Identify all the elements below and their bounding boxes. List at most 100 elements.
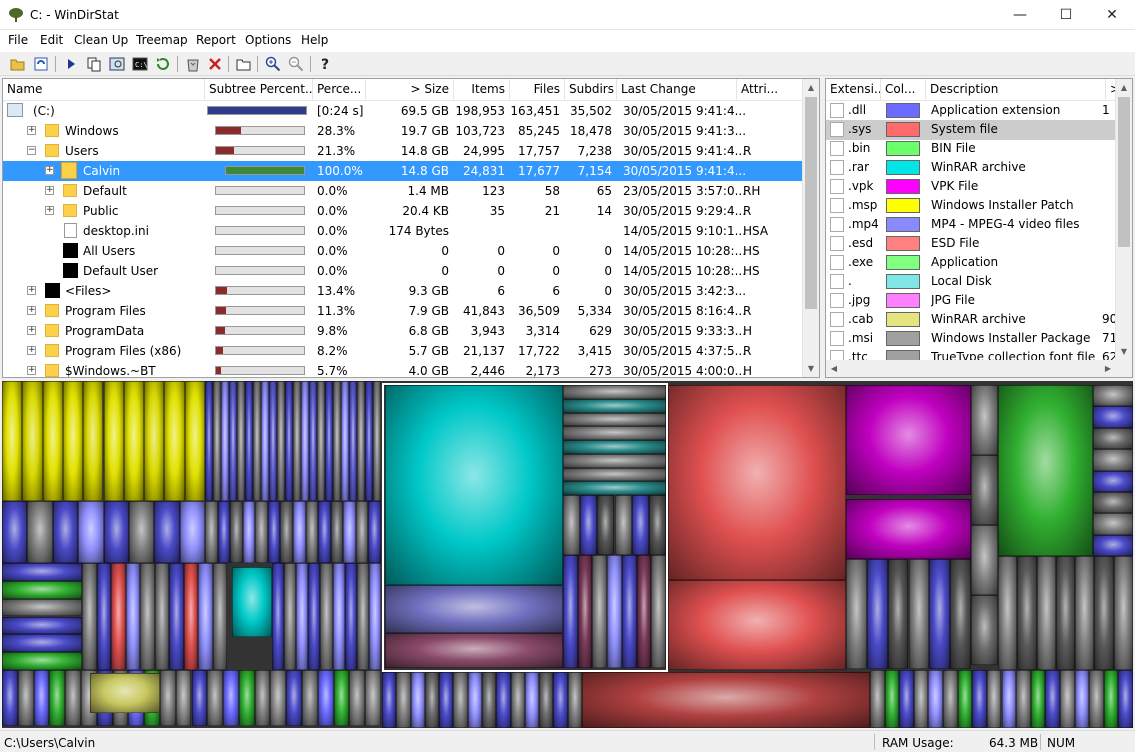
treemap-tile[interactable]: [972, 670, 987, 728]
treemap-tile[interactable]: [1059, 670, 1075, 728]
treemap-tile[interactable]: [668, 580, 846, 670]
treemap-tile[interactable]: [582, 672, 870, 728]
treemap-tile[interactable]: [308, 563, 321, 670]
refresh-selected-icon[interactable]: [153, 54, 173, 74]
properties-icon[interactable]: [234, 54, 254, 74]
treemap-tile[interactable]: [884, 670, 900, 728]
col-header-subtree-percent[interactable]: Subtree Percent...: [205, 79, 313, 100]
treemap-tile[interactable]: [103, 501, 129, 563]
treemap-tile[interactable]: [1089, 670, 1104, 728]
delete-icon[interactable]: [205, 54, 225, 74]
directory-list[interactable]: Name Subtree Percent... Perce... > Size …: [2, 78, 820, 378]
col-header-last-change[interactable]: Last Change: [617, 79, 737, 100]
treemap-tile[interactable]: [154, 563, 169, 670]
treemap-tile[interactable]: [332, 563, 345, 670]
treemap-tile[interactable]: [205, 501, 218, 563]
treemap-tile[interactable]: [317, 670, 334, 726]
col-header-size[interactable]: > Size: [366, 79, 454, 100]
scroll-down-icon[interactable]: ▼: [803, 360, 819, 377]
list-item[interactable]: .exe Application: [826, 253, 1115, 273]
treemap-tile[interactable]: [846, 499, 971, 559]
col-header-color[interactable]: Col...: [881, 79, 926, 100]
list-item[interactable]: .mp4 MP4 - MPEG-4 video files: [826, 215, 1115, 235]
treemap-tile[interactable]: [1093, 449, 1133, 471]
treemap-tile[interactable]: [285, 381, 293, 501]
col-header-name[interactable]: Name: [3, 79, 205, 100]
treemap-tile[interactable]: [2, 634, 82, 653]
treemap-tile[interactable]: [255, 501, 268, 563]
treemap-tile[interactable]: [567, 672, 582, 728]
treemap-tile[interactable]: [330, 501, 344, 563]
treemap-tile[interactable]: [184, 381, 205, 501]
treemap-tile[interactable]: [213, 381, 221, 501]
list-item[interactable]: .rar WinRAR archive: [826, 158, 1115, 178]
help-icon[interactable]: ?: [315, 54, 335, 74]
treemap-tile[interactable]: [269, 381, 277, 501]
treemap-tile[interactable]: [887, 559, 909, 669]
table-row[interactable]: + Program Files (x86) 8.2% 5.7 GB 21,137 17,7…: [3, 341, 803, 361]
scroll-right-icon[interactable]: ▶: [1100, 360, 1116, 377]
treemap-tile[interactable]: [373, 381, 381, 501]
zoom-in-icon[interactable]: [263, 54, 283, 74]
treemap-tile[interactable]: [175, 670, 192, 726]
ext-horizontal-scrollbar[interactable]: ◀ ▶: [826, 360, 1132, 377]
menu-clean-up[interactable]: Clean Up: [74, 33, 128, 47]
treemap-tile[interactable]: [96, 563, 111, 670]
treemap-tile[interactable]: [396, 672, 411, 728]
treemap-tile[interactable]: [183, 563, 198, 670]
treemap-tile[interactable]: [42, 381, 63, 501]
list-item[interactable]: .esd ESD File: [826, 234, 1115, 254]
treemap-tile[interactable]: [82, 563, 97, 670]
scroll-up-icon[interactable]: ▲: [1116, 79, 1132, 96]
treemap-tile[interactable]: [668, 385, 846, 580]
treemap-tile[interactable]: [2, 580, 82, 599]
menu-edit[interactable]: Edit: [40, 33, 63, 47]
treemap-tile[interactable]: [198, 563, 213, 670]
treemap-tile[interactable]: [83, 381, 104, 501]
treemap-tile[interactable]: [293, 381, 301, 501]
table-row[interactable]: + Windows 28.3% 19.7 GB 103,723 85,245 18,478 3…: [3, 121, 803, 141]
treemap-tile[interactable]: [128, 501, 155, 563]
treemap-tile[interactable]: [207, 670, 224, 726]
table-row[interactable]: − Users 21.3% 14.8 GB 24,995 17,757 7,238 30/05…: [3, 141, 803, 161]
treemap-tile[interactable]: [301, 381, 309, 501]
treemap-tile[interactable]: [928, 670, 944, 728]
close-button[interactable]: ✕: [1089, 0, 1135, 30]
treemap-tile[interactable]: [1055, 556, 1076, 670]
treemap-tile[interactable]: [237, 381, 245, 501]
treemap-tile[interactable]: [280, 501, 293, 563]
treemap-tile[interactable]: [1113, 556, 1133, 670]
col-header-subdirs[interactable]: Subdirs: [565, 79, 617, 100]
treemap-tile[interactable]: [238, 670, 255, 726]
treemap-tile[interactable]: [154, 501, 180, 563]
maximize-button[interactable]: ☐: [1043, 0, 1089, 30]
scroll-down-icon[interactable]: ▼: [1116, 343, 1132, 360]
treemap-tile[interactable]: [453, 672, 468, 728]
treemap-tile[interactable]: [950, 559, 971, 669]
col-header-items[interactable]: Items: [454, 79, 510, 100]
treemap-tile[interactable]: [410, 672, 425, 728]
open-icon[interactable]: [8, 54, 28, 74]
list-item[interactable]: .msi Windows Installer Package 71: [826, 329, 1117, 349]
treemap-tile[interactable]: [1075, 556, 1095, 670]
treemap-tile[interactable]: [1001, 670, 1017, 728]
treemap-tile[interactable]: [368, 501, 381, 563]
treemap-tile[interactable]: [846, 559, 867, 669]
treemap-tile[interactable]: [1094, 556, 1114, 670]
treemap-tile[interactable]: [467, 672, 482, 728]
treemap-tile[interactable]: [349, 381, 357, 501]
table-row[interactable]: + Public 0.0% 20.4 KB 35 21 14 30/05/2015 9:29:…: [3, 201, 803, 221]
treemap-tile[interactable]: [1093, 385, 1133, 407]
play-icon[interactable]: [61, 54, 81, 74]
table-row[interactable]: (C:) [0:24 s] 69.5 GB 198,953 163,451 35,502 3…: [3, 101, 803, 121]
explorer-icon[interactable]: [107, 54, 127, 74]
treemap-tile[interactable]: [539, 672, 554, 728]
treemap-tile[interactable]: [1030, 670, 1046, 728]
copy-icon[interactable]: [84, 54, 104, 74]
expand-toggle-icon[interactable]: +: [27, 286, 36, 295]
treemap-tile[interactable]: [382, 672, 397, 728]
treemap-tile[interactable]: [365, 381, 373, 501]
treemap-tile[interactable]: [205, 381, 213, 501]
treemap-tile[interactable]: [217, 501, 231, 563]
treemap-tile[interactable]: [286, 670, 303, 726]
